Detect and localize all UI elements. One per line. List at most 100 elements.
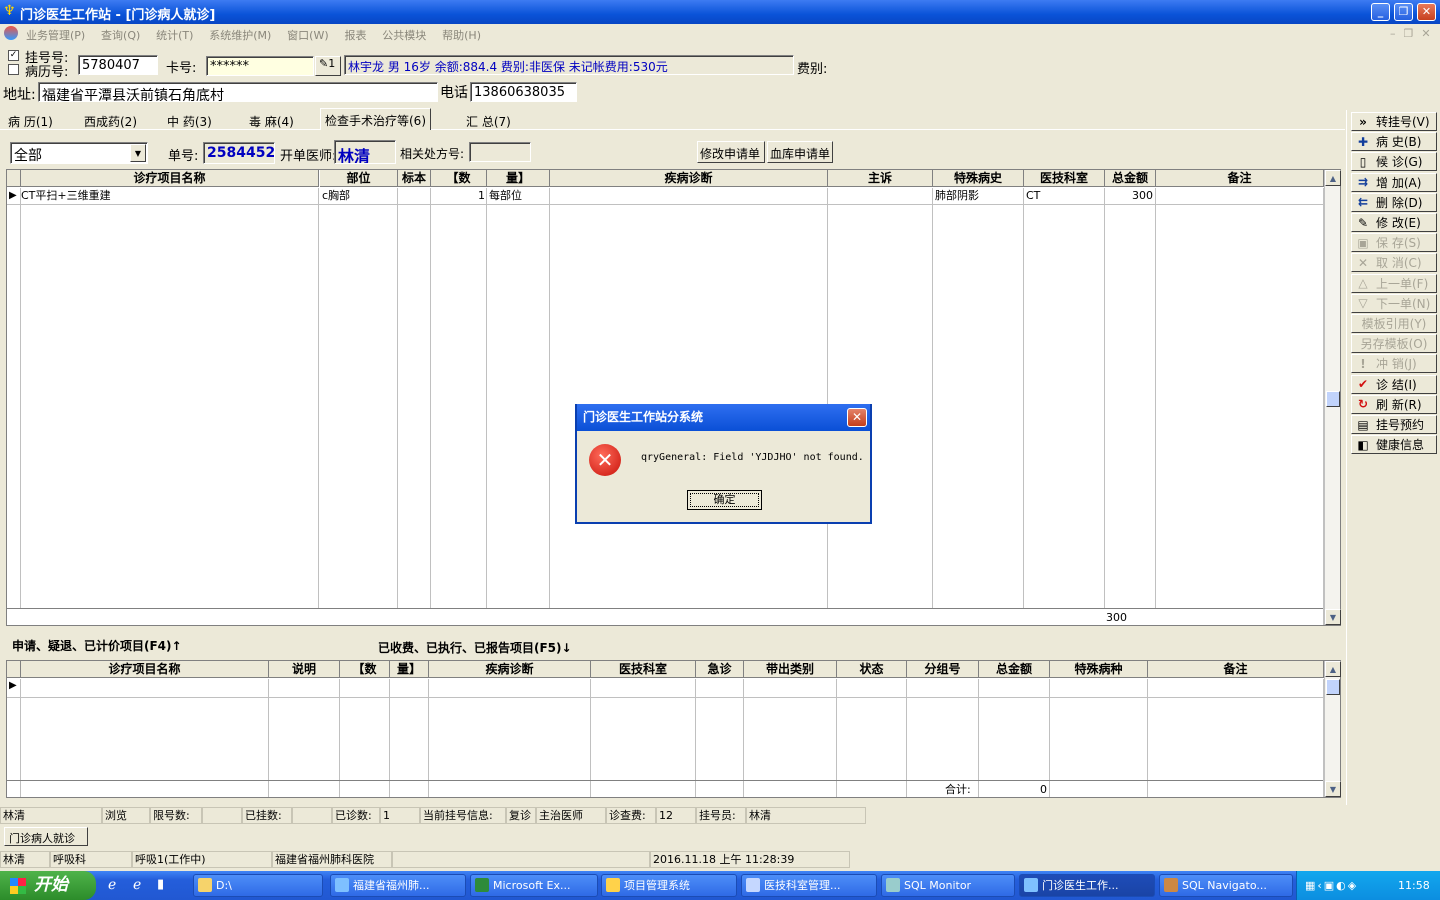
- delete-button[interactable]: ⇇ 删 除(D): [1351, 192, 1437, 212]
- col-qty-close[interactable]: 量】: [390, 661, 429, 678]
- add-button[interactable]: ⇉ 增 加(A): [1351, 172, 1437, 192]
- waiting-button[interactable]: ▯ 候 诊(G): [1351, 152, 1437, 172]
- tray-icons[interactable]: ▦‹▣◐◈: [1305, 871, 1358, 900]
- restore-button[interactable]: ❐: [1394, 3, 1413, 21]
- scroll-up-icon[interactable]: ▲: [1325, 661, 1341, 677]
- cell-department[interactable]: CT: [1026, 188, 1104, 204]
- tab-chinese-medicine[interactable]: 中 药(3): [163, 110, 216, 130]
- task-sql-monitor[interactable]: SQL Monitor: [881, 874, 1015, 897]
- menu-stats[interactable]: 统计(T): [156, 29, 193, 42]
- mdi-controls[interactable]: –❐✕: [1390, 27, 1439, 40]
- cancel-button[interactable]: ✕ 取 消(C): [1351, 253, 1437, 273]
- minimize-button[interactable]: _: [1371, 3, 1390, 21]
- task-hospital-browser[interactable]: 福建省福州肺...: [330, 874, 466, 897]
- card-read-button[interactable]: ✎1: [315, 56, 341, 76]
- col-diagnosis[interactable]: 疾病诊断: [550, 170, 828, 187]
- card-field[interactable]: ******: [206, 56, 314, 76]
- menu-query[interactable]: 查询(Q): [101, 29, 140, 42]
- dialog-ok-button[interactable]: 确定: [687, 490, 762, 510]
- cell-quantity[interactable]: 1: [431, 188, 485, 204]
- save-button[interactable]: ▣ 保 存(S): [1351, 233, 1437, 253]
- grid-row[interactable]: ▶: [7, 679, 1323, 698]
- modify-request-button[interactable]: 修改申请单: [697, 141, 765, 163]
- record-checkbox[interactable]: [8, 64, 19, 75]
- quick-launch-app-icon[interactable]: ▮: [157, 877, 164, 892]
- scroll-down-icon[interactable]: ▼: [1325, 609, 1341, 625]
- col-qty-close[interactable]: 量】: [487, 170, 550, 187]
- reg-appointment-button[interactable]: ▤ 挂号预约: [1351, 415, 1437, 434]
- col-item-name[interactable]: 诊疗项目名称: [21, 170, 319, 187]
- app-menu-icon[interactable]: [4, 26, 18, 40]
- tab-narcotics[interactable]: 毒 麻(4): [245, 110, 298, 130]
- menu-window[interactable]: 窗口(W): [287, 29, 328, 42]
- menu-help[interactable]: 帮助(H): [442, 29, 481, 42]
- col-qty-open[interactable]: 【数: [431, 170, 487, 187]
- col-qty-open[interactable]: 【数: [340, 661, 390, 678]
- grid-scrollbar[interactable]: ▲ ▼: [1324, 170, 1341, 625]
- task-drive-d[interactable]: D:\: [193, 874, 323, 897]
- col-item-name[interactable]: 诊疗项目名称: [21, 661, 269, 678]
- scroll-down-icon[interactable]: ▼: [1325, 781, 1341, 797]
- chevron-down-icon[interactable]: ▼: [130, 144, 146, 162]
- next-order-button[interactable]: ▽ 下一单(N): [1351, 293, 1437, 313]
- reg-checkbox[interactable]: ✓: [8, 50, 19, 61]
- cell-amount[interactable]: 300: [1107, 188, 1153, 204]
- history-grid[interactable]: 诊疗项目名称 说明 【数 量】 疾病诊断 医技科室 急诊 带出类别 状态 分组号 总金额 特殊病种 备注…: [6, 660, 1341, 798]
- col-amount[interactable]: 总金额: [979, 661, 1050, 678]
- reverse-button[interactable]: ! 冲 销(J): [1351, 354, 1437, 374]
- scroll-up-icon[interactable]: ▲: [1325, 170, 1341, 186]
- address-field[interactable]: 福建省平潭县沃前镇石角底村: [38, 82, 438, 102]
- refresh-button[interactable]: ↻ 刷 新(R): [1351, 394, 1437, 414]
- col-remark[interactable]: 备注: [1156, 170, 1324, 187]
- task-project-system[interactable]: 项目管理系统: [601, 874, 737, 897]
- col-specimen[interactable]: 标本: [398, 170, 431, 187]
- prev-order-button[interactable]: △ 上一单(F): [1351, 273, 1437, 293]
- task-outpatient-station[interactable]: 门诊医生工作...: [1019, 874, 1155, 897]
- col-diagnosis[interactable]: 疾病诊断: [429, 661, 591, 678]
- col-emergency[interactable]: 急诊: [696, 661, 744, 678]
- edit-button[interactable]: ✎ 修 改(E): [1351, 213, 1437, 232]
- col-remark[interactable]: 备注: [1148, 661, 1324, 678]
- col-department[interactable]: 医技科室: [1024, 170, 1105, 187]
- task-sql-navigator[interactable]: SQL Navigato...: [1159, 874, 1293, 897]
- start-button[interactable]: 开始: [0, 871, 96, 900]
- close-button[interactable]: ✕: [1417, 3, 1436, 21]
- col-group-no[interactable]: 分组号: [907, 661, 979, 678]
- quick-launch-ie-icon[interactable]: ℯ: [108, 877, 116, 893]
- menu-report[interactable]: 报表: [344, 29, 366, 42]
- col-body-part[interactable]: 部位: [320, 170, 398, 187]
- category-select[interactable]: 全部 ▼: [10, 142, 148, 164]
- tab-summary[interactable]: 汇 总(7): [462, 110, 515, 130]
- related-rx-field[interactable]: [469, 142, 531, 162]
- grid-row[interactable]: ▶ CT平扫+三维重建 c胸部 1 每部位 肺部阴影 CT 300: [7, 188, 1323, 205]
- blood-request-button[interactable]: 血库申请单: [767, 141, 833, 163]
- task-excel[interactable]: Microsoft Ex...: [470, 874, 598, 897]
- col-status[interactable]: 状态: [837, 661, 907, 678]
- dialog-close-button[interactable]: ✕: [847, 408, 867, 427]
- menu-common[interactable]: 公共模块: [382, 29, 426, 42]
- save-template-button[interactable]: 另存模板(O): [1351, 334, 1437, 354]
- record-no-field[interactable]: 5780407: [78, 55, 158, 75]
- finish-visit-button[interactable]: ✔ 诊 结(I): [1351, 374, 1437, 394]
- col-special-disease[interactable]: 特殊病种: [1050, 661, 1148, 678]
- col-history[interactable]: 特殊病史: [933, 170, 1024, 187]
- col-complaint[interactable]: 主诉: [828, 170, 933, 187]
- menu-system[interactable]: 系统维护(M): [209, 29, 271, 42]
- col-department[interactable]: 医技科室: [591, 661, 696, 678]
- window-tab-outpatient[interactable]: 门诊病人就诊: [4, 827, 88, 846]
- col-description[interactable]: 说明: [269, 661, 340, 678]
- transfer-reg-button[interactable]: » 转挂号(V): [1351, 112, 1437, 131]
- col-carry-type[interactable]: 带出类别: [744, 661, 837, 678]
- template-use-button[interactable]: 模板引用(Y): [1351, 314, 1437, 333]
- menu-business[interactable]: 业务管理(P): [26, 29, 85, 42]
- cell-unit[interactable]: 每部位: [489, 188, 549, 204]
- cell-history[interactable]: 肺部阴影: [935, 188, 1023, 204]
- tab-exam-surgery[interactable]: 检查手术治疗等(6): [320, 108, 431, 130]
- cell-item-name[interactable]: CT平扫+三维重建: [21, 188, 319, 204]
- grid-scrollbar[interactable]: ▲ ▼: [1324, 661, 1341, 797]
- items-grid[interactable]: 诊疗项目名称 部位 标本 【数 量】 疾病诊断 主诉 特殊病史 医技科室 总金额 备注 ▶ CT平扫…: [6, 169, 1341, 626]
- phone-field[interactable]: 13860638035: [470, 82, 577, 102]
- scroll-thumb[interactable]: [1326, 679, 1340, 695]
- history-button[interactable]: ✚ 病 史(B): [1351, 132, 1437, 152]
- tab-medical-record[interactable]: 病 历(1): [4, 110, 57, 130]
